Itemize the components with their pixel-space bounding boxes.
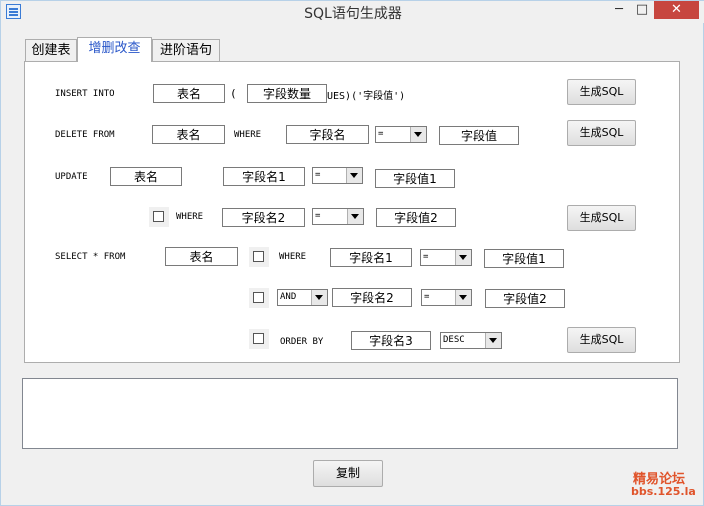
delete-value-input[interactable]: 字段值: [439, 126, 519, 145]
update-where-label: WHERE: [176, 212, 204, 222]
minimize-button[interactable]: ─: [608, 1, 630, 19]
select-operator1-value: =: [423, 252, 429, 262]
chevron-down-icon: [485, 333, 501, 348]
insert-open-paren: (: [230, 87, 237, 100]
select-operator2-select[interactable]: =: [421, 289, 472, 306]
select-order-value: DESC: [443, 335, 465, 345]
delete-where-label: WHERE: [234, 130, 262, 140]
chevron-down-icon: [346, 168, 362, 183]
update-table-input[interactable]: 表名: [110, 167, 182, 186]
tab-advanced[interactable]: 进阶语句: [152, 39, 220, 61]
crud-panel: INSERT INTO 表名 ( 字段数量 UES)('字段值') 生成SQL …: [24, 61, 680, 363]
insert-values-label: UES)('字段值'): [327, 91, 406, 102]
select-and-checkbox[interactable]: [249, 288, 269, 308]
delete-operator-select[interactable]: =: [375, 126, 427, 143]
select-value1-input[interactable]: 字段值1: [484, 249, 564, 268]
select-orderby-label: ORDER BY: [280, 337, 324, 347]
watermark-url: bbs.125.la: [631, 485, 696, 498]
delete-generate-button[interactable]: 生成SQL: [567, 120, 636, 146]
title-bar: SQL语句生成器 ─ □ ✕: [1, 1, 704, 23]
chevron-down-icon: [455, 250, 471, 265]
delete-operator-value: =: [378, 129, 384, 139]
delete-field-input[interactable]: 字段名: [286, 125, 369, 144]
update-operator1-value: =: [315, 170, 321, 180]
select-field2-input[interactable]: 字段名2: [332, 288, 412, 307]
select-table-input[interactable]: 表名: [165, 247, 238, 266]
select-field3-input[interactable]: 字段名3: [351, 331, 431, 350]
select-operator2-value: =: [424, 292, 430, 302]
chevron-down-icon: [347, 209, 363, 224]
update-field1-input[interactable]: 字段名1: [223, 167, 305, 186]
update-operator2-value: =: [315, 211, 321, 221]
select-keyword: SELECT * FROM: [55, 252, 126, 262]
maximize-button[interactable]: □: [631, 1, 653, 19]
insert-table-input[interactable]: 表名: [153, 84, 225, 103]
update-operator1-select[interactable]: =: [312, 167, 363, 184]
sql-output-textarea[interactable]: [22, 378, 678, 449]
close-button[interactable]: ✕: [654, 1, 699, 19]
select-logic-select[interactable]: AND: [277, 289, 328, 306]
chevron-down-icon: [311, 290, 327, 305]
copy-button[interactable]: 复制: [313, 460, 383, 487]
update-field2-input[interactable]: 字段名2: [222, 208, 305, 227]
tab-crud[interactable]: 增删改查: [77, 37, 152, 62]
select-value2-input[interactable]: 字段值2: [485, 289, 565, 308]
select-where-checkbox[interactable]: [249, 247, 269, 267]
update-generate-button[interactable]: 生成SQL: [567, 205, 636, 231]
insert-generate-button[interactable]: 生成SQL: [567, 79, 636, 105]
window-title: SQL语句生成器: [304, 6, 402, 22]
delete-keyword: DELETE FROM: [55, 130, 115, 140]
update-value1-input[interactable]: 字段值1: [375, 169, 455, 188]
chevron-down-icon: [410, 127, 426, 142]
select-generate-button[interactable]: 生成SQL: [567, 327, 636, 353]
delete-table-input[interactable]: 表名: [152, 125, 225, 144]
update-value2-input[interactable]: 字段值2: [376, 208, 456, 227]
select-operator1-select[interactable]: =: [420, 249, 472, 266]
chevron-down-icon: [455, 290, 471, 305]
update-keyword: UPDATE: [55, 172, 88, 182]
select-orderby-checkbox[interactable]: [249, 329, 269, 349]
select-order-select[interactable]: DESC: [440, 332, 502, 349]
select-field1-input[interactable]: 字段名1: [330, 248, 412, 267]
update-operator2-select[interactable]: =: [312, 208, 364, 225]
insert-keyword: INSERT INTO: [55, 89, 115, 99]
select-logic-value: AND: [280, 292, 297, 302]
insert-fields-input[interactable]: 字段数量: [247, 84, 327, 103]
update-where-checkbox[interactable]: [149, 207, 169, 227]
select-where-label: WHERE: [279, 252, 307, 262]
app-window: SQL语句生成器 ─ □ ✕ 创建表 增删改查 进阶语句 INSERT INTO…: [0, 0, 704, 506]
tab-create-table[interactable]: 创建表: [25, 39, 77, 61]
